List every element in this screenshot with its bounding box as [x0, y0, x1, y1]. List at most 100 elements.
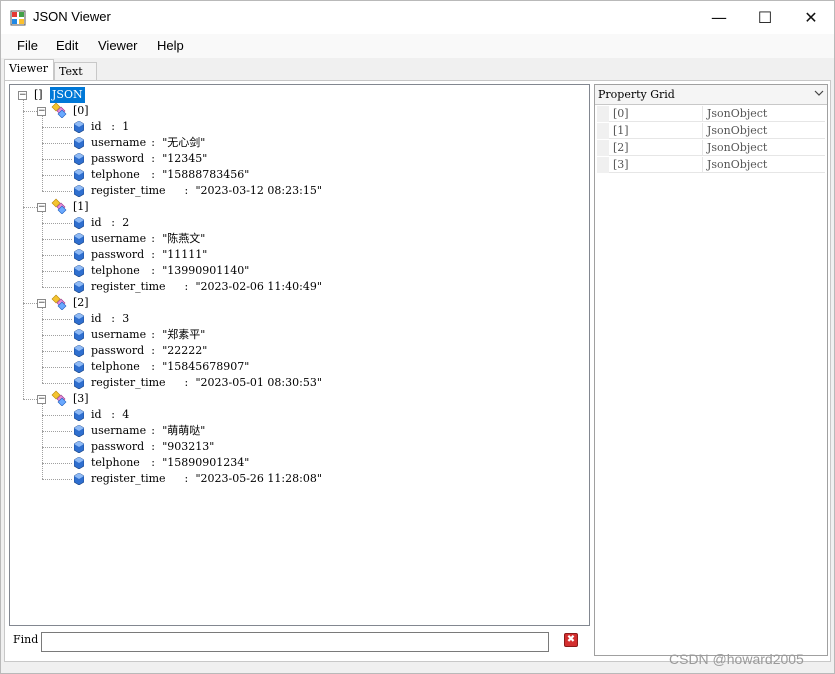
key-value-separator: : [184, 376, 189, 389]
field-key: register_time [91, 472, 166, 485]
field-key: password [91, 248, 145, 261]
property-row-gutter [597, 157, 609, 173]
collapse-icon[interactable]: − [37, 299, 46, 308]
menu-viewer[interactable]: Viewer [98, 38, 138, 53]
json-value-icon [74, 121, 84, 133]
json-value-icon [74, 473, 84, 485]
minimize-button[interactable]: — [696, 1, 742, 34]
tree-connector [23, 399, 37, 400]
key-value-separator: : [151, 232, 155, 245]
field-value: "陈燕文" [162, 232, 206, 245]
field-key: register_time [91, 280, 166, 293]
field-value: 2 [122, 216, 130, 229]
json-object-icon [51, 390, 67, 406]
tree-leaf-password[interactable]: password: "22222" [10, 343, 580, 359]
tree-root[interactable]: −[] JSON [10, 87, 580, 103]
json-value-icon [74, 361, 84, 373]
tab-viewer[interactable]: Viewer [4, 59, 54, 80]
tree-array-item[interactable]: − [2] [10, 294, 580, 311]
field-value: "2023-03-12 08:23:15" [195, 184, 322, 197]
collapse-icon[interactable]: − [37, 203, 46, 212]
property-row[interactable]: [0] JsonObject [597, 106, 825, 122]
tree-guide [23, 100, 24, 399]
json-value-icon [74, 249, 84, 261]
collapse-icon[interactable]: − [18, 91, 27, 100]
tree-leaf-id[interactable]: id:2 [10, 215, 580, 231]
property-name: [1] [613, 124, 629, 137]
tree-leaf-telphone[interactable]: telphone: "15888783456" [10, 167, 580, 183]
key-value-separator: : [151, 360, 155, 373]
field-value: "15890901234" [162, 456, 250, 469]
tree-leaf-username[interactable]: username: "陈燕文" [10, 231, 580, 247]
field-value: "2023-05-01 08:30:53" [195, 376, 322, 389]
field-value: "2023-02-06 11:40:49" [195, 280, 322, 293]
property-value: JsonObject [707, 107, 768, 120]
tree-leaf-id[interactable]: id:3 [10, 311, 580, 327]
property-grid-header[interactable]: Property Grid [595, 85, 827, 105]
tree-leaf-register_time[interactable]: register_time: "2023-05-01 08:30:53" [10, 375, 580, 391]
tree-connector [42, 239, 72, 240]
tree-connector [42, 255, 72, 256]
tree-leaf-username[interactable]: username: "萌萌哒" [10, 423, 580, 439]
key-value-separator: : [151, 248, 155, 261]
field-key: username [91, 424, 147, 437]
tree-leaf-register_time[interactable]: register_time: "2023-05-26 11:28:08" [10, 471, 580, 487]
key-value-separator: : [111, 216, 116, 229]
tree-connector [42, 431, 72, 432]
tree-leaf-telphone[interactable]: telphone: "13990901140" [10, 263, 580, 279]
field-key: telphone [91, 264, 140, 277]
find-input[interactable] [41, 632, 549, 652]
root-label[interactable]: JSON [50, 87, 85, 103]
tree-leaf-password[interactable]: password: "11111" [10, 247, 580, 263]
collapse-icon[interactable]: − [37, 107, 46, 116]
field-key: telphone [91, 456, 140, 469]
tree-guide [42, 404, 43, 479]
tree-leaf-id[interactable]: id:1 [10, 119, 580, 135]
key-value-separator: : [151, 344, 155, 357]
collapse-icon[interactable]: − [37, 395, 46, 404]
close-button[interactable]: ✕ [788, 1, 834, 34]
menu-file[interactable]: File [17, 38, 38, 53]
tab-text[interactable]: Text [54, 62, 97, 80]
tree-connector [42, 223, 72, 224]
title-bar[interactable]: JSON Viewer — ☐ ✕ [1, 1, 834, 34]
clear-find-button[interactable]: ✖ [564, 633, 578, 647]
property-row-gutter [597, 140, 609, 156]
tree-connector [42, 191, 72, 192]
tree-leaf-username[interactable]: username: "郑素平" [10, 327, 580, 343]
json-value-icon [74, 377, 84, 389]
tree-array-item[interactable]: − [3] [10, 390, 580, 407]
field-value: "903213" [162, 440, 215, 453]
key-value-separator: : [151, 168, 155, 181]
maximize-button[interactable]: ☐ [742, 1, 788, 34]
property-row[interactable]: [2] JsonObject [597, 140, 825, 156]
field-value: "22222" [162, 344, 208, 357]
tree-connector [42, 335, 72, 336]
tree-array-item[interactable]: − [1] [10, 198, 580, 215]
tree-leaf-username[interactable]: username: "无心剑" [10, 135, 580, 151]
property-name: [3] [613, 158, 629, 171]
json-object-icon [51, 102, 67, 118]
json-value-icon [74, 457, 84, 469]
app-icon [10, 10, 26, 26]
array-index-label: [3] [73, 392, 89, 405]
property-row[interactable]: [1] JsonObject [597, 123, 825, 139]
tree-leaf-register_time[interactable]: register_time: "2023-03-12 08:23:15" [10, 183, 580, 199]
tree-array-item[interactable]: − [0] [10, 102, 580, 119]
field-value: 4 [122, 408, 130, 421]
menu-edit[interactable]: Edit [56, 38, 78, 53]
tree-leaf-register_time[interactable]: register_time: "2023-02-06 11:40:49" [10, 279, 580, 295]
chevron-down-icon[interactable] [814, 88, 824, 98]
property-row[interactable]: [3] JsonObject [597, 157, 825, 173]
tree-connector [42, 287, 72, 288]
tree-leaf-password[interactable]: password: "12345" [10, 151, 580, 167]
field-key: id [91, 312, 102, 325]
tree-leaf-password[interactable]: password: "903213" [10, 439, 580, 455]
tree-leaf-telphone[interactable]: telphone: "15845678907" [10, 359, 580, 375]
json-tree-view[interactable]: −[] JSON − [0] id:1 username: "无心剑" password: "1… [9, 84, 590, 626]
menu-help[interactable]: Help [157, 38, 184, 53]
tree-leaf-id[interactable]: id:4 [10, 407, 580, 423]
tree-connector [42, 415, 72, 416]
tree-leaf-telphone[interactable]: telphone: "15890901234" [10, 455, 580, 471]
field-key: id [91, 408, 102, 421]
